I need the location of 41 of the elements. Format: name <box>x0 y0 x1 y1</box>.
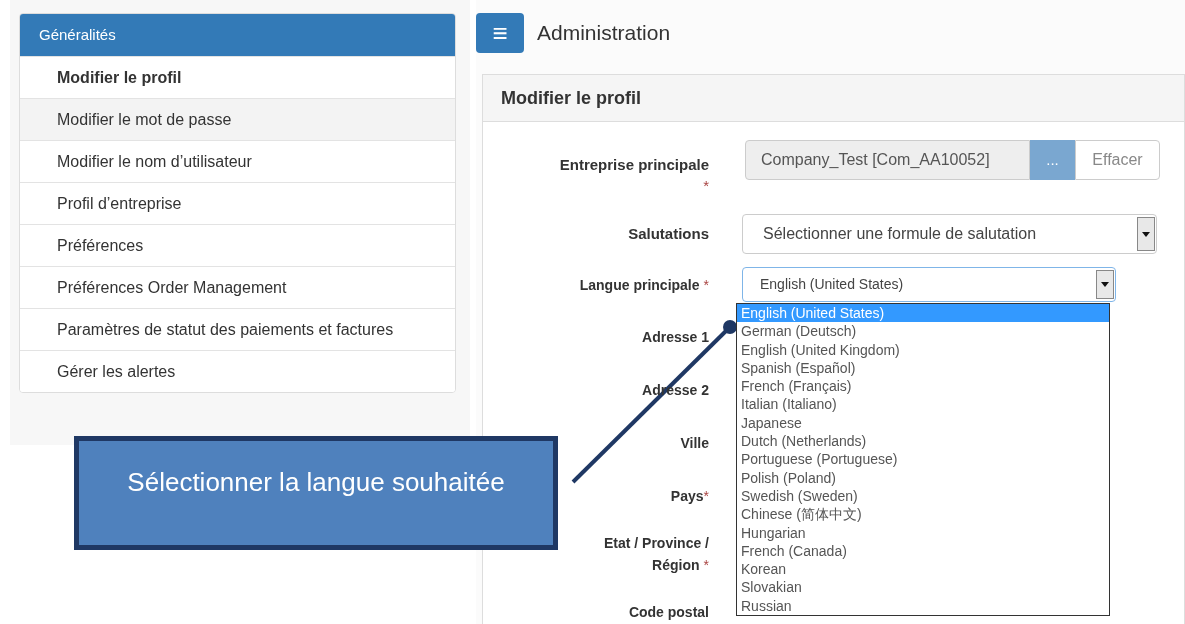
field-label: Salutations <box>628 224 709 244</box>
dropdown-option[interactable]: Japanese <box>737 413 1109 433</box>
field-label: Langue principale * <box>579 275 709 295</box>
field-label: Entreprise principale * <box>559 155 709 192</box>
select-field[interactable]: Sélectionner une formule de salutation <box>742 214 1157 254</box>
field-label: Pays* <box>670 486 709 506</box>
field-label: Code postal <box>628 602 709 622</box>
dropdown-arrow-icon <box>1142 231 1150 237</box>
dropdown-option[interactable]: Italian (Italiano) <box>737 395 1109 414</box>
dropdown-option[interactable]: French (Canada) <box>737 541 1109 561</box>
field-label: Adresse 1 <box>642 327 709 347</box>
select-field[interactable]: English (United States) <box>742 267 1116 302</box>
dropdown-option[interactable]: Korean <box>737 560 1109 579</box>
clear-button[interactable]: Effacer <box>1075 140 1160 180</box>
field-label: Ville <box>680 433 709 453</box>
sidebar-header: Généralités <box>20 14 455 56</box>
dropdown-option[interactable]: Hungarian <box>737 523 1109 542</box>
dropdown-option[interactable]: Chinese (简体中文) <box>737 505 1109 524</box>
company-field[interactable]: Company_Test [Com_AA10052] <box>745 140 1030 180</box>
menu-button[interactable]: ≡ <box>476 13 524 53</box>
dropdown-option[interactable]: German (Deutsch) <box>737 322 1109 341</box>
dropdown-option[interactable]: Slovakian <box>737 578 1109 597</box>
required-mark: * <box>703 276 709 293</box>
dropdown-option[interactable]: Dutch (Netherlands) <box>737 432 1109 451</box>
dropdown-arrow-icon <box>1101 282 1109 287</box>
dropdown-option[interactable]: Russian <box>737 596 1109 616</box>
required-mark: * <box>702 180 709 192</box>
required-mark: * <box>703 556 709 573</box>
field-label: Etat / Province / Région * <box>602 533 709 575</box>
dropdown-option[interactable]: English (United Kingdom) <box>737 340 1109 359</box>
dropdown-option[interactable]: French (Français) <box>737 377 1109 396</box>
dropdown-option[interactable]: Polish (Poland) <box>737 468 1109 487</box>
sidebar-item[interactable]: Gérer les alertes <box>20 350 455 392</box>
required-mark: * <box>703 487 709 504</box>
panel-title: Modifier le profil <box>501 86 641 110</box>
dropdown-option[interactable]: Portuguese (Portuguese) <box>737 450 1109 469</box>
dropdown-option[interactable]: Spanish (Español) <box>737 358 1109 378</box>
page-title: Administration <box>537 20 671 47</box>
callout-text: Sélectionner la langue souhaitée <box>127 466 505 497</box>
dropdown-option[interactable]: Swedish (Sweden) <box>737 486 1109 506</box>
sidebar-item[interactable]: Modifier le mot de passe <box>20 98 455 140</box>
